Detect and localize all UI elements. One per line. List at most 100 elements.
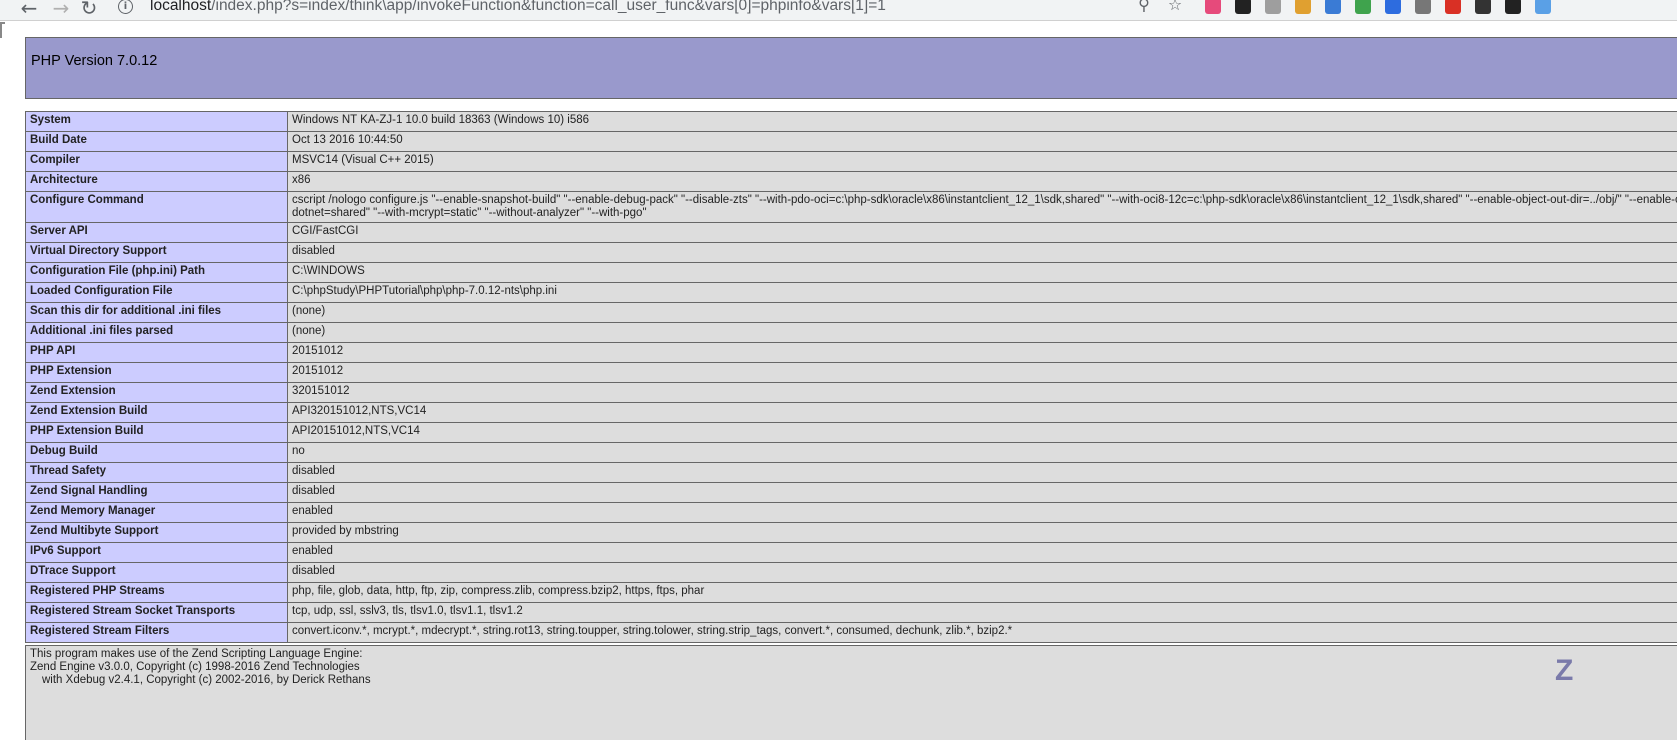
row-key: Zend Signal Handling	[25, 482, 288, 503]
back-arrow-icon[interactable]: ←	[18, 0, 40, 20]
table-row: PHP API 20151012	[25, 342, 1677, 363]
row-key: Build Date	[25, 131, 288, 152]
row-key: Registered PHP Streams	[25, 582, 288, 603]
address-bar[interactable]: i localhost/index.php?s=index/think\app/…	[112, 0, 1262, 18]
table-row: Thread Safety disabled	[25, 462, 1677, 483]
url-path: /index.php?s=index/think\app/invokeFunct…	[211, 0, 886, 14]
row-value: no	[287, 442, 1677, 463]
row-value: (none)	[287, 322, 1677, 343]
row-value: Oct 13 2016 10:44:50	[287, 131, 1677, 152]
lambda-extension-icon[interactable]	[1385, 0, 1401, 14]
row-key: Zend Multibyte Support	[25, 522, 288, 543]
row-key: Thread Safety	[25, 462, 288, 483]
row-value: 20151012	[287, 362, 1677, 383]
row-key: Zend Extension Build	[25, 402, 288, 423]
row-value: tcp, udp, ssl, sslv3, tls, tlsv1.0, tlsv…	[287, 602, 1677, 623]
row-value: php, file, glob, data, http, ftp, zip, c…	[287, 582, 1677, 603]
settings-extension-icon[interactable]	[1415, 0, 1431, 14]
row-value: Windows NT KA-ZJ-1 10.0 build 18363 (Win…	[287, 111, 1677, 132]
forward-arrow-icon[interactable]: →	[50, 0, 72, 20]
row-value: API320151012,NTS,VC14	[287, 402, 1677, 423]
table-row: Zend Multibyte Support provided by mbstri…	[25, 522, 1677, 543]
row-value: 20151012	[287, 342, 1677, 363]
row-key: IPv6 Support	[25, 542, 288, 563]
row-value: enabled	[287, 542, 1677, 563]
table-row: Zend Extension 320151012	[25, 382, 1677, 403]
globe-extension-icon[interactable]	[1325, 0, 1341, 14]
row-value: disabled	[287, 482, 1677, 503]
row-key: Debug Build	[25, 442, 288, 463]
phpinfo-page: PHP Version 7.0.12 System Windows NT KA-Z…	[0, 21, 1677, 740]
zend-logo: Z	[1555, 654, 1574, 687]
credits-line-2: Zend Engine v3.0.0, Copyright (c) 1998-2…	[30, 661, 360, 673]
credits-line-3: with Xdebug v2.4.1, Copyright (c) 2002-2…	[42, 674, 371, 686]
green-gear-extension-icon[interactable]	[1355, 0, 1371, 14]
row-value: convert.iconv.*, mcrypt.*, mdecrypt.*, s…	[287, 622, 1677, 643]
table-row: Configuration File (php.ini) Path C:\WIND…	[25, 262, 1677, 283]
row-value: CGI/FastCGI	[287, 222, 1677, 243]
php-version-header: PHP Version 7.0.12	[25, 37, 1677, 99]
calendar-extension-icon[interactable]	[1475, 0, 1491, 14]
row-key: Registered Stream Socket Transports	[25, 602, 288, 623]
credits-box: This program makes use of the Zend Scrip…	[25, 645, 1677, 740]
reload-icon[interactable]: ↻	[78, 0, 100, 20]
row-key: Virtual Directory Support	[25, 242, 288, 263]
row-value: provided by mbstring	[287, 522, 1677, 543]
row-value: C:\phpStudy\PHPTutorial\php\php-7.0.12-n…	[287, 282, 1677, 303]
row-value: C:\WINDOWS	[287, 262, 1677, 283]
row-value: disabled	[287, 462, 1677, 483]
table-row: Registered Stream Socket Transports tcp, …	[25, 602, 1677, 623]
url-text[interactable]: localhost/index.php?s=index/think\app/in…	[150, 0, 886, 15]
row-value: MSVC14 (Visual C++ 2015)	[287, 151, 1677, 172]
row-key: Configure Command	[25, 191, 288, 223]
color-picker-extension-icon[interactable]	[1205, 0, 1221, 14]
row-key: Compiler	[25, 151, 288, 172]
table-row: Debug Build no	[25, 442, 1677, 463]
row-key: Configuration File (php.ini) Path	[25, 262, 288, 283]
row-key: System	[25, 111, 288, 132]
row-value: disabled	[287, 562, 1677, 583]
table-row: Build Date Oct 13 2016 10:44:50	[25, 131, 1677, 152]
table-row: Server API CGI/FastCGI	[25, 222, 1677, 243]
phpinfo-table: System Windows NT KA-ZJ-1 10.0 build 1836…	[25, 111, 1677, 643]
table-row: Registered Stream Filters convert.iconv.*…	[25, 622, 1677, 643]
table-row: Zend Memory Manager enabled	[25, 502, 1677, 523]
table-row: Compiler MSVC14 (Visual C++ 2015)	[25, 151, 1677, 172]
site-info-icon[interactable]: i	[118, 0, 133, 14]
table-row: Scan this dir for additional .ini files(…	[25, 302, 1677, 323]
row-key: PHP API	[25, 342, 288, 363]
red-flag-extension-icon[interactable]	[1445, 0, 1461, 14]
row-key: Architecture	[25, 171, 288, 192]
table-row: Additional .ini files parsed (none)	[25, 322, 1677, 343]
table-row: DTrace Support disabled	[25, 562, 1677, 583]
credits-line-1: This program makes use of the Zend Scrip…	[30, 648, 363, 660]
row-value: x86	[287, 171, 1677, 192]
row-key: Additional .ini files parsed	[25, 322, 288, 343]
cookie-extension-icon[interactable]	[1295, 0, 1311, 14]
browser-toolbar: ← → ↻ i localhost/index.php?s=index/thin…	[0, 0, 1677, 21]
table-row: IPv6 Support enabled	[25, 542, 1677, 563]
bookmark-star-icon[interactable]: ☆	[1165, 0, 1185, 14]
table-row: Virtual Directory Support disabled	[25, 242, 1677, 263]
row-key: DTrace Support	[25, 562, 288, 583]
image-extension-icon[interactable]	[1535, 0, 1551, 14]
row-key: Server API	[25, 222, 288, 243]
table-row: PHP Extension 20151012	[25, 362, 1677, 383]
row-key: Zend Memory Manager	[25, 502, 288, 523]
php-version-title: PHP Version 7.0.12	[31, 53, 158, 69]
table-row: Zend Extension Build API320151012,NTS,VC1…	[25, 402, 1677, 423]
row-key: Scan this dir for additional .ini files	[25, 302, 288, 323]
row-value: enabled	[287, 502, 1677, 523]
search-extension-icon[interactable]	[1505, 0, 1521, 14]
row-value: (none)	[287, 302, 1677, 323]
grey-ring-extension-icon[interactable]	[1265, 0, 1281, 14]
table-row: System Windows NT KA-ZJ-1 10.0 build 1836…	[25, 111, 1677, 132]
table-row: Configure Command cscript /nologo configu…	[25, 191, 1677, 223]
table-row: Loaded Configuration File C:\phpStudy\PHP…	[25, 282, 1677, 303]
row-value: 320151012	[287, 382, 1677, 403]
dark-x-extension-icon[interactable]	[1235, 0, 1251, 14]
table-row: PHP Extension Build API20151012,NTS,VC14	[25, 422, 1677, 443]
row-value: cscript /nologo configure.js "--enable-s…	[287, 191, 1677, 223]
row-value: API20151012,NTS,VC14	[287, 422, 1677, 443]
zoom-magnifier-icon[interactable]: ⚲	[1134, 0, 1154, 14]
